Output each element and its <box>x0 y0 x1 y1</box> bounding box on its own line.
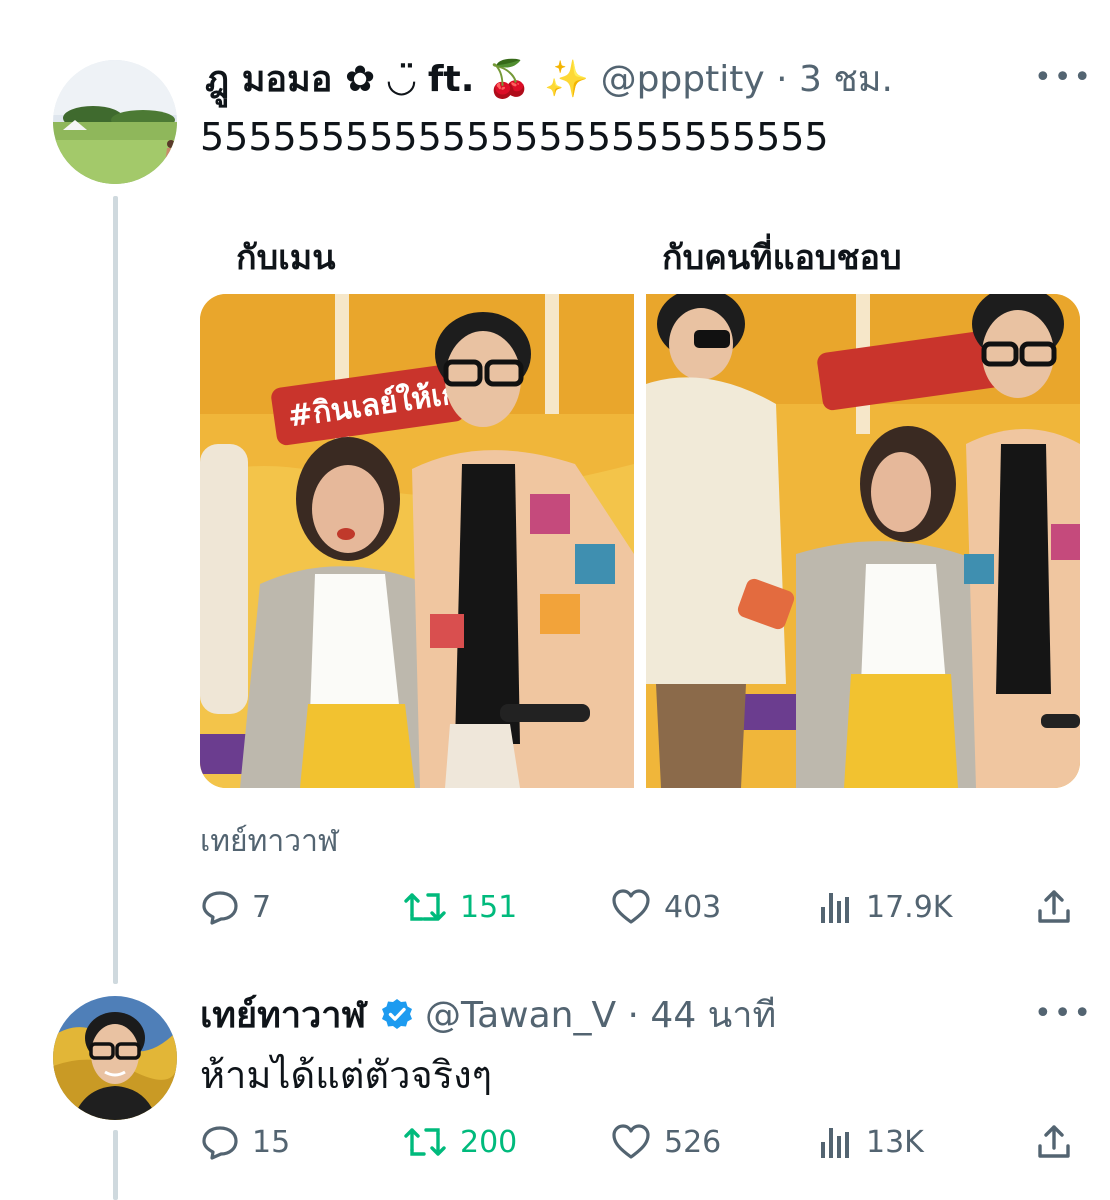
reply-count: 15 <box>252 1124 291 1160</box>
tweet-header: ฎู มอมอ ✿ ◡̈ ft. 🍒 ✨ @ppptity · 3 ชม. <box>205 58 893 102</box>
media-caption-right: กับคนที่แอบชอบ <box>662 238 902 278</box>
retweet-icon <box>404 893 446 921</box>
view-count: 13K <box>866 1124 924 1160</box>
thread-line-bottom <box>113 1130 118 1200</box>
reply-button[interactable]: 7 <box>200 882 271 932</box>
media-caption-left: กับเมน <box>236 238 336 278</box>
view-count: 17.9K <box>866 889 953 925</box>
like-count: 526 <box>664 1124 722 1160</box>
display-name[interactable]: เทย์ทาวาฬ <box>200 995 366 1036</box>
share-button[interactable] <box>1034 882 1074 932</box>
like-button[interactable]: 403 <box>610 882 721 932</box>
retweet-count: 200 <box>460 1124 518 1160</box>
tweet-time[interactable]: · 3 ชม. <box>776 59 893 100</box>
tweet-text: ห้ามได้แต่ตัวจริงๆ <box>200 1053 493 1097</box>
user-handle[interactable]: @Tawan_V <box>425 995 616 1036</box>
share-icon <box>1038 1125 1070 1158</box>
more-options-icon[interactable]: ••• <box>1034 60 1093 95</box>
retweet-icon <box>404 1128 446 1156</box>
media-image[interactable]: #กินเลย์ให้เก <box>200 294 1080 788</box>
display-name[interactable]: ฎู มอมอ ✿ ◡̈ ft. 🍒 ✨ <box>205 59 589 100</box>
retweet-button[interactable]: 151 <box>402 882 517 932</box>
heart-icon <box>612 889 650 924</box>
user-handle[interactable]: @ppptity <box>601 59 765 100</box>
views-bar-chart-icon <box>821 893 849 923</box>
tweet-header: เทย์ทาวาฬ @Tawan_V · 44 นาที <box>200 994 776 1042</box>
tweet-text: 55555555555555555555555555 <box>200 115 829 159</box>
heart-icon <box>612 1124 650 1159</box>
reply-icon <box>202 891 238 925</box>
tweet-actions: 15 200 526 13K <box>200 1117 1080 1167</box>
avatar[interactable] <box>53 996 177 1120</box>
thread-line <box>113 196 118 984</box>
views-button[interactable]: 13K <box>818 1117 924 1167</box>
retweet-count: 151 <box>460 889 518 925</box>
tweet-media[interactable]: #กินเลย์ให้เก <box>200 294 1080 788</box>
media-alt-text: เทย์ทาวาฬ <box>200 824 339 859</box>
views-bar-chart-icon <box>821 1128 849 1158</box>
retweet-button[interactable]: 200 <box>402 1117 517 1167</box>
avatar[interactable] <box>53 60 177 184</box>
verified-badge-icon <box>380 997 414 1042</box>
share-button[interactable] <box>1034 1117 1074 1167</box>
reply-icon <box>202 1126 238 1160</box>
share-icon <box>1038 890 1070 923</box>
tweet-actions: 7 151 403 17.9K <box>200 882 1080 932</box>
like-count: 403 <box>664 889 722 925</box>
reply-count: 7 <box>252 889 272 925</box>
more-options-icon[interactable]: ••• <box>1034 996 1093 1031</box>
tweet-time[interactable]: · 44 นาที <box>628 995 777 1036</box>
views-button[interactable]: 17.9K <box>818 882 952 932</box>
like-button[interactable]: 526 <box>610 1117 721 1167</box>
reply-button[interactable]: 15 <box>200 1117 290 1167</box>
